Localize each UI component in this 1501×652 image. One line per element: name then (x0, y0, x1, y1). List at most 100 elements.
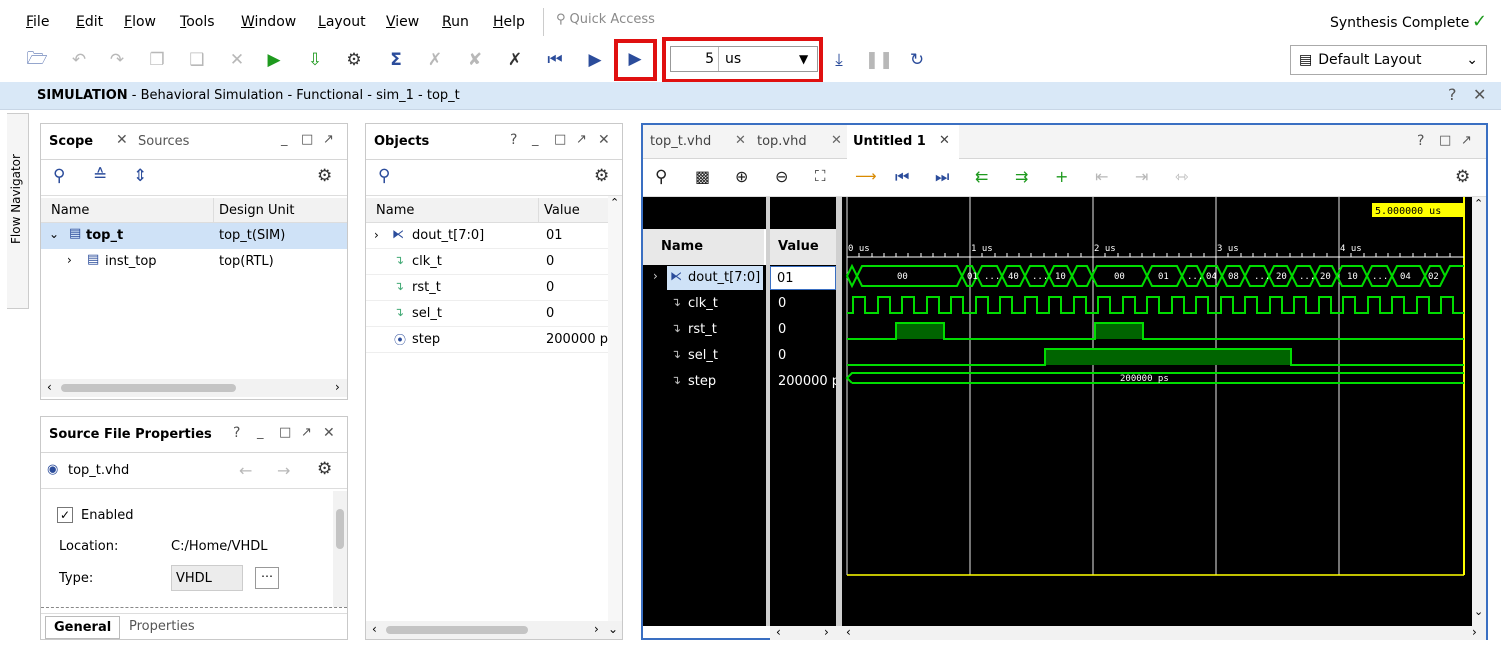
settings-icon[interactable]: ⚙ (343, 49, 365, 71)
maximize-icon[interactable]: □ (279, 425, 291, 440)
scrollbar-thumb[interactable] (386, 626, 528, 634)
close-icon[interactable]: ✕ (831, 133, 842, 148)
scrollbar-thumb[interactable] (61, 384, 236, 392)
sigma-icon[interactable]: Σ (385, 49, 407, 71)
open-folder-icon[interactable]: 🗁 (26, 49, 48, 71)
previous-transition-icon[interactable]: ⇇ (975, 167, 988, 186)
program-icon[interactable]: ⇩ (304, 49, 326, 71)
gear-icon[interactable]: ⚙ (317, 166, 332, 186)
scroll-left-icon[interactable]: ‹ (846, 625, 851, 639)
scroll-left-icon[interactable]: ‹ (372, 622, 377, 636)
menu-window[interactable]: Window (241, 14, 296, 30)
run-for-time-icon[interactable]: ▶ (624, 48, 646, 70)
close-icon[interactable]: ✕ (116, 132, 128, 148)
collapse-all-icon[interactable]: ≙ (93, 166, 107, 186)
waveform-graph[interactable]: 5.000000 us 0 us 1 us 2 us 3 us 4 us 00 … (842, 197, 1472, 626)
tab-general[interactable]: General (45, 616, 121, 639)
scroll-down-icon[interactable]: ⌄ (1474, 605, 1483, 618)
minimize-icon[interactable]: _ (257, 425, 264, 440)
close-icon[interactable]: ✕ (939, 133, 950, 148)
horizontal-scrollbar[interactable]: ‹ › (41, 379, 347, 397)
add-marker-icon[interactable]: + (1055, 167, 1068, 186)
menu-file[interactable]: File (26, 14, 49, 30)
chevron-right-icon[interactable]: › (653, 269, 658, 283)
redo-icon[interactable]: ↷ (106, 49, 128, 71)
menu-tools[interactable]: Tools (180, 14, 215, 30)
tab-top-vhd[interactable]: top.vhd ✕ (751, 125, 847, 159)
back-arrow-icon[interactable]: ← (239, 461, 252, 480)
close-icon[interactable]: ✕ (735, 133, 746, 148)
forward-arrow-icon[interactable]: → (277, 461, 290, 480)
search-icon[interactable]: ⚲ (655, 167, 667, 187)
flow-navigator-tab[interactable]: Flow Navigator (7, 113, 29, 309)
relaunch-icon[interactable]: ↻ (906, 49, 928, 71)
sim-time-unit-select[interactable]: us (719, 47, 799, 71)
chevron-right-icon[interactable]: › (67, 253, 72, 267)
menu-help[interactable]: Help (493, 14, 525, 30)
search-icon[interactable]: ⚲ (378, 166, 390, 186)
tree-row[interactable]: › ▤ inst_top top(RTL) (41, 249, 347, 275)
close-icon[interactable]: ✕ (323, 425, 335, 441)
object-row[interactable]: ↴ sel_t 0 (366, 301, 608, 327)
help-icon[interactable]: ? (1417, 133, 1424, 149)
float-icon[interactable]: ↗ (576, 132, 587, 147)
tab-properties[interactable]: Properties (129, 619, 195, 634)
zoom-out-icon[interactable]: ⊖ (775, 167, 788, 186)
tab-sources[interactable]: Sources (138, 134, 189, 149)
vertical-scrollbar[interactable]: ⌃ (608, 196, 622, 621)
tab-scope[interactable]: Scope (49, 134, 93, 149)
object-row[interactable]: ⦿ step 200000 ps (366, 327, 608, 353)
go-to-cursor-icon[interactable]: ⟶ (855, 167, 877, 185)
minimize-icon[interactable]: _ (532, 132, 539, 147)
zoom-in-icon[interactable]: ⊕ (735, 167, 748, 186)
paste-icon[interactable]: ❑ (186, 49, 208, 71)
enabled-checkbox[interactable]: ✓ (57, 507, 73, 523)
tab-top-t-vhd[interactable]: top_t.vhd ✕ (643, 125, 751, 159)
wave-signal-row[interactable]: ↴ clk_t (643, 291, 766, 317)
step-icon[interactable]: ⤓ (828, 49, 850, 71)
wave-signal-row[interactable]: › ⧔ dout_t[7:0] (643, 265, 766, 291)
scroll-right-icon[interactable]: › (824, 625, 829, 639)
help-icon[interactable]: ? (233, 425, 240, 441)
run-all-icon[interactable]: ▶ (584, 49, 606, 71)
column-splitter[interactable] (766, 197, 770, 626)
horizontal-scrollbar[interactable]: ‹ › ⌄ (366, 621, 622, 639)
help-icon[interactable]: ? (1448, 85, 1457, 104)
scroll-down-icon[interactable]: ⌄ (608, 622, 618, 636)
go-to-start-icon[interactable]: ⏮ (895, 167, 909, 187)
go-to-end-icon[interactable]: ⏭ (935, 167, 949, 187)
gear-icon[interactable]: ⚙ (317, 459, 332, 479)
menu-edit[interactable]: Edit (76, 14, 103, 30)
scroll-right-icon[interactable]: › (335, 380, 340, 394)
gear-icon[interactable]: ⚙ (1455, 167, 1470, 187)
delete-icon[interactable]: ✕ (226, 49, 248, 71)
help-icon[interactable]: ? (510, 132, 517, 148)
horizontal-scrollbar[interactable]: ‹ › ‹ › (770, 625, 1486, 640)
close-icon[interactable]: ✕ (1473, 85, 1486, 104)
scroll-left-icon[interactable]: ‹ (776, 625, 781, 639)
scroll-right-icon[interactable]: › (1472, 625, 1477, 639)
float-icon[interactable]: ↗ (301, 425, 312, 440)
minimize-icon[interactable]: _ (281, 132, 288, 147)
wave-signal-row[interactable]: ↴ sel_t (643, 343, 766, 369)
sim-time-input[interactable]: 5 (671, 47, 719, 71)
undo-icon[interactable]: ↶ (68, 49, 90, 71)
expand-all-icon[interactable]: ⇕ (133, 166, 147, 186)
zoom-fit-icon[interactable]: ⛶ (815, 167, 826, 185)
object-row[interactable]: ↴ clk_t 0 (366, 249, 608, 275)
scroll-right-icon[interactable]: › (594, 622, 599, 636)
vertical-scrollbar[interactable]: ⌃ ⌄ (1472, 197, 1486, 626)
tab-untitled-1[interactable]: Untitled 1 ✕ (847, 125, 959, 160)
wave-signal-row[interactable]: ↴ rst_t (643, 317, 766, 343)
disconnect-icon[interactable]: ✗ (504, 49, 526, 71)
menu-flow[interactable]: Flow (124, 14, 156, 30)
tree-row[interactable]: ⌄ ▤ top_t top_t(SIM) (41, 223, 347, 249)
scroll-up-icon[interactable]: ⌃ (610, 196, 619, 209)
maximize-icon[interactable]: □ (1439, 133, 1451, 148)
save-icon[interactable]: ▩ (695, 167, 710, 186)
run-icon[interactable]: ▶ (263, 49, 285, 71)
float-icon[interactable]: ↗ (1461, 133, 1472, 148)
object-row[interactable]: ↴ rst_t 0 (366, 275, 608, 301)
maximize-icon[interactable]: □ (301, 132, 313, 147)
scrollbar-thumb[interactable] (336, 509, 344, 549)
